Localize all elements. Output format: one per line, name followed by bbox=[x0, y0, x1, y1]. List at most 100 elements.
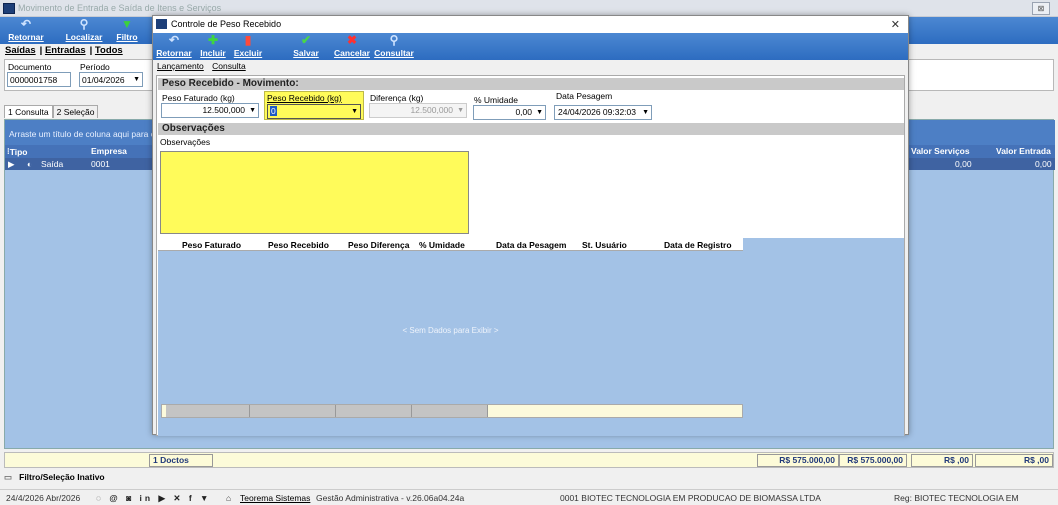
tab-consulta[interactable]: 1 Consulta bbox=[4, 105, 53, 118]
dialog-title: Controle de Peso Recebido bbox=[171, 19, 282, 29]
chevron-down-icon: ▼ bbox=[249, 107, 256, 114]
plus-icon: ✚ bbox=[207, 33, 219, 47]
col-tipo[interactable]: ⁝ Tipo bbox=[7, 146, 28, 157]
check-icon: ✔ bbox=[300, 33, 312, 47]
social-icons[interactable]: ◌ @ ◙ in ▶ ✕ f ▼ bbox=[96, 493, 211, 504]
diferenca-field: 12.500,000 ▼ bbox=[369, 103, 467, 118]
row-pointer-icon: ▶ bbox=[8, 159, 15, 169]
col-data-pesagem[interactable]: Data da Pesagem bbox=[496, 240, 566, 250]
dialog-titlebar: Controle de Peso Recebido ✕ bbox=[153, 16, 908, 33]
excluir-button[interactable]: ▮ Excluir bbox=[233, 33, 263, 60]
col-st-usuario[interactable]: St. Usuário bbox=[582, 240, 627, 250]
peso-grid-header: Peso Faturado Peso Recebido Peso Diferen… bbox=[158, 238, 743, 251]
search-icon: ⚲ bbox=[389, 33, 399, 47]
chevron-down-icon: ▼ bbox=[536, 109, 543, 116]
status-empresa: 0001 BIOTEC TECNOLOGIA EM PRODUCAO DE BI… bbox=[560, 493, 821, 503]
grid-empty-message: < Sem Dados para Exibir > bbox=[402, 326, 499, 335]
chevron-down-icon: ▼ bbox=[351, 108, 358, 115]
periodo-label: Período bbox=[80, 62, 110, 72]
status-date: 24/4/2026 Abr/2026 bbox=[6, 493, 81, 503]
peso-grid-footer bbox=[161, 404, 743, 418]
bg-localizar-button[interactable]: ⚲ Localizar bbox=[62, 17, 106, 44]
umidade-label: % Umidade bbox=[474, 95, 518, 105]
periodo-field[interactable]: 01/04/2026 ▼ bbox=[79, 72, 143, 87]
bg-tabs: Saídas | Entradas | Todos bbox=[5, 45, 123, 56]
col-umidade[interactable]: % Umidade bbox=[419, 240, 465, 250]
tab-entradas[interactable]: Entradas bbox=[45, 45, 86, 56]
tab-todos[interactable]: Todos bbox=[95, 45, 123, 56]
bg-grid-footer: 1 Doctos R$ 575.000,00 R$ 575.000,00 R$ … bbox=[4, 452, 1054, 468]
delete-icon: ▮ bbox=[244, 33, 252, 47]
statusbar: 24/4/2026 Abr/2026 ◌ @ ◙ in ▶ ✕ f ▼ ⌂ Te… bbox=[0, 489, 1058, 505]
total-3: R$ ,00 bbox=[911, 454, 973, 467]
doctos-count: 1 Doctos bbox=[149, 454, 213, 467]
chevron-down-icon: ▼ bbox=[133, 76, 140, 83]
col-empresa[interactable]: Empresa bbox=[91, 146, 127, 156]
retornar-button[interactable]: ↶ Retornar bbox=[155, 33, 193, 60]
bg-filtro-button[interactable]: ▼ Filtro bbox=[112, 17, 142, 44]
observacoes-label: Observações bbox=[160, 137, 211, 147]
tab-lancamento[interactable]: Lançamento bbox=[157, 61, 204, 71]
keyboard-icon: ▭ bbox=[4, 472, 13, 482]
filter-status: ▭ Filtro/Seleção Inativo bbox=[4, 472, 105, 482]
dialog-toolbar: ↶ Retornar ✚ Incluir ▮ Excluir ✔ Salvar … bbox=[153, 33, 908, 60]
section-movimento: Peso Recebido - Movimento: bbox=[158, 78, 904, 90]
row-tipo: Saída bbox=[41, 159, 64, 169]
status-app: Gestão Administrativa - v.26.06a04.24a bbox=[316, 493, 465, 503]
observacoes-textarea[interactable] bbox=[160, 151, 469, 234]
cancel-icon: ✖ bbox=[346, 33, 358, 47]
row-valor-servicos: 0,00 bbox=[955, 159, 972, 169]
documento-field[interactable]: 0000001758 bbox=[7, 72, 71, 87]
section-observacoes: Observações bbox=[158, 123, 904, 135]
data-pesagem-label: Data Pesagem bbox=[556, 91, 613, 101]
peso-faturado-field[interactable]: 12.500,000 ▼ bbox=[161, 103, 259, 118]
bg-window-title: Movimento de Entrada e Saída de Itens e … bbox=[18, 3, 222, 13]
undo-icon: ↶ bbox=[168, 33, 180, 47]
peso-recebido-group: Peso Recebido (kg) 0 ▼ bbox=[264, 91, 364, 120]
col-valor-entrada[interactable]: Valor Entrada bbox=[996, 146, 1051, 156]
col-valor-servicos[interactable]: Valor Serviços bbox=[911, 146, 970, 156]
saida-icon: ◐ bbox=[27, 159, 33, 169]
teorema-icon: ⌂ bbox=[226, 493, 232, 503]
bg-retornar-button[interactable]: ↶ Retornar bbox=[6, 17, 46, 44]
col-peso-diferenca[interactable]: Peso Diferença bbox=[348, 240, 409, 250]
bg-window-close-button[interactable]: ⊠ bbox=[1032, 2, 1050, 15]
peso-recebido-label: Peso Recebido (kg) bbox=[267, 93, 342, 103]
dialog-controle-peso: Controle de Peso Recebido ✕ ↶ Retornar ✚… bbox=[152, 15, 909, 436]
diferenca-label: Diferença (kg) bbox=[370, 93, 424, 103]
peso-faturado-label: Peso Faturado (kg) bbox=[162, 93, 235, 103]
col-peso-faturado[interactable]: Peso Faturado bbox=[182, 240, 241, 250]
total-2: R$ 575.000,00 bbox=[839, 454, 907, 467]
umidade-field[interactable]: 0,00 ▼ bbox=[473, 105, 546, 120]
cancelar-button[interactable]: ✖ Cancelar bbox=[333, 33, 371, 60]
undo-icon: ↶ bbox=[20, 17, 32, 31]
salvar-button[interactable]: ✔ Salvar bbox=[291, 33, 321, 60]
peso-grid: Peso Faturado Peso Recebido Peso Diferen… bbox=[158, 238, 904, 436]
col-data-registro[interactable]: Data de Registro bbox=[664, 240, 732, 250]
tab-selecao[interactable]: 2 Seleção bbox=[52, 105, 99, 118]
lancamento-panel: Peso Recebido - Movimento: Peso Faturado… bbox=[156, 75, 905, 436]
status-reg: Reg: BIOTEC TECNOLOGIA EM PRODUCAO bbox=[894, 493, 1019, 505]
chevron-down-icon: ▼ bbox=[457, 107, 464, 114]
col-peso-recebido[interactable]: Peso Recebido bbox=[268, 240, 329, 250]
documento-label: Documento bbox=[8, 62, 52, 72]
total-4: R$ ,00 bbox=[975, 454, 1053, 467]
tab-saidas[interactable]: Saídas bbox=[5, 45, 36, 56]
bg-subtabs: 1 Consulta 2 Seleção bbox=[4, 105, 99, 119]
peso-recebido-field[interactable]: 0 ▼ bbox=[267, 104, 361, 119]
tab-consulta[interactable]: Consulta bbox=[212, 61, 246, 71]
total-1: R$ 575.000,00 bbox=[757, 454, 839, 467]
company-link[interactable]: Teorema Sistemas bbox=[240, 493, 310, 503]
filter-icon: ▼ bbox=[121, 17, 133, 31]
search-icon: ⚲ bbox=[79, 17, 89, 31]
incluir-button[interactable]: ✚ Incluir bbox=[199, 33, 227, 60]
data-pesagem-field[interactable]: 24/04/2026 09:32:03 ▼ bbox=[554, 105, 652, 120]
chevron-down-icon: ▼ bbox=[642, 109, 649, 116]
app-icon bbox=[3, 3, 15, 14]
consultar-button[interactable]: ⚲ Consultar bbox=[373, 33, 415, 60]
app-icon bbox=[156, 19, 167, 29]
dialog-tabs: Lançamento Consulta bbox=[157, 61, 252, 73]
row-empresa: 0001 bbox=[91, 159, 110, 169]
row-valor-entrada: 0,00 bbox=[1035, 159, 1052, 169]
close-icon[interactable]: ✕ bbox=[891, 18, 900, 31]
